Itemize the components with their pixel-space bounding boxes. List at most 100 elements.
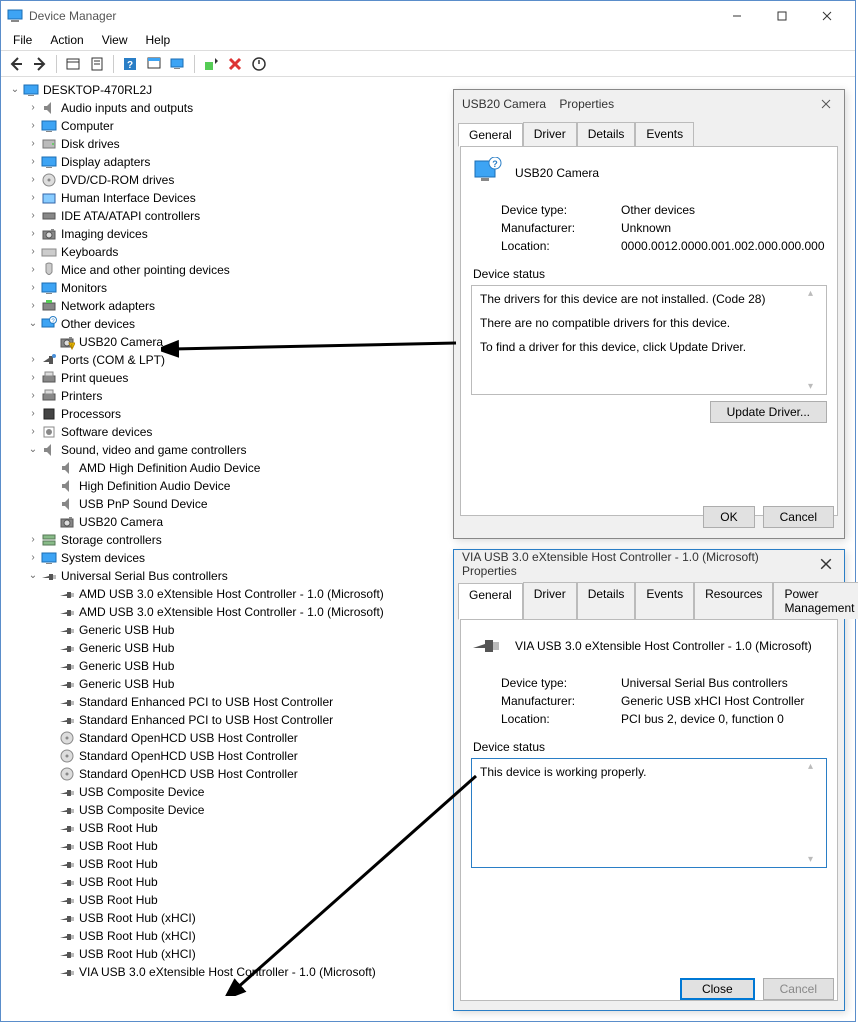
device-icon: [59, 604, 75, 620]
chevron-right-icon[interactable]: ›: [25, 369, 41, 387]
menu-view[interactable]: View: [94, 31, 136, 50]
device-icon: [59, 802, 75, 818]
chevron-right-icon[interactable]: ›: [25, 117, 41, 135]
tree-item-label: Generic USB Hub: [79, 621, 174, 639]
tab-events[interactable]: Events: [635, 122, 694, 146]
ok-button[interactable]: OK: [703, 506, 754, 528]
cancel-button[interactable]: Cancel: [763, 506, 834, 528]
device-icon: [41, 388, 57, 404]
tab-power-management[interactable]: Power Management: [773, 582, 858, 619]
chevron-right-icon[interactable]: ›: [25, 351, 41, 369]
device-icon: [41, 172, 57, 188]
tree-item-label: Display adapters: [61, 153, 150, 171]
back-button[interactable]: [5, 53, 27, 75]
menu-action[interactable]: Action: [42, 31, 91, 50]
chevron-right-icon[interactable]: ›: [25, 207, 41, 225]
device-icon: [59, 694, 75, 710]
tab-driver[interactable]: Driver: [523, 122, 577, 146]
device-icon: [59, 712, 75, 728]
tree-item-label: Computer: [61, 117, 114, 135]
cancel-button[interactable]: Cancel: [763, 978, 834, 1000]
scroll-down-icon[interactable]: ▾: [808, 854, 824, 865]
chevron-right-icon[interactable]: ›: [25, 405, 41, 423]
close-icon[interactable]: [816, 554, 836, 574]
tree-item-label: Generic USB Hub: [79, 657, 174, 675]
tab-general[interactable]: General: [458, 123, 523, 147]
scroll-up-icon[interactable]: ▴: [808, 761, 824, 772]
tree-item-label: Standard OpenHCD USB Host Controller: [79, 729, 298, 747]
chevron-right-icon[interactable]: ›: [25, 549, 41, 567]
tree-item-label: Sound, video and game controllers: [61, 441, 246, 459]
svg-text:?: ?: [492, 159, 498, 169]
tab-details[interactable]: Details: [577, 122, 636, 146]
chevron-right-icon[interactable]: ›: [25, 531, 41, 549]
chevron-right-icon[interactable]: ›: [25, 261, 41, 279]
close-button[interactable]: Close: [680, 978, 755, 1000]
tab-strip: General Driver Details Events: [454, 118, 844, 146]
forward-button[interactable]: [29, 53, 51, 75]
chevron-right-icon[interactable]: ›: [25, 387, 41, 405]
close-button[interactable]: [804, 2, 849, 31]
toolbar: ?: [1, 51, 855, 77]
scroll-down-icon[interactable]: ▾: [808, 381, 824, 392]
device-status-label: Device status: [473, 740, 827, 754]
tree-item-label: Monitors: [61, 279, 107, 297]
tree-item-label: AMD USB 3.0 eXtensible Host Controller -…: [79, 603, 384, 621]
device-status-text[interactable]: The drivers for this device are not inst…: [471, 285, 827, 395]
chevron-right-icon[interactable]: ›: [25, 243, 41, 261]
tree-item-label: DESKTOP-470RL2J: [43, 81, 152, 99]
chevron-down-icon[interactable]: ⌄: [25, 567, 41, 585]
dialog-title: VIA USB 3.0 eXtensible Host Controller -…: [462, 550, 816, 578]
chevron-right-icon[interactable]: ›: [25, 279, 41, 297]
chevron-right-icon[interactable]: ›: [25, 189, 41, 207]
tree-item-label: Storage controllers: [61, 531, 162, 549]
svg-text:!: !: [71, 344, 72, 350]
device-name: USB20 Camera: [515, 166, 599, 180]
device-icon: [59, 460, 75, 476]
manufacturer-value: Unknown: [621, 221, 827, 235]
scroll-up-icon[interactable]: ▴: [808, 288, 824, 299]
chevron-right-icon[interactable]: ›: [25, 297, 41, 315]
action-window-button[interactable]: [143, 53, 165, 75]
tree-item-label: Keyboards: [61, 243, 118, 261]
chevron-right-icon[interactable]: ›: [25, 423, 41, 441]
tab-driver[interactable]: Driver: [523, 582, 577, 619]
close-icon[interactable]: [816, 94, 836, 114]
menu-file[interactable]: File: [5, 31, 40, 50]
location-label: Location:: [501, 239, 621, 253]
dialog-title: USB20 Camera Properties: [462, 97, 816, 111]
tab-events[interactable]: Events: [635, 582, 694, 619]
chevron-down-icon[interactable]: ⌄: [25, 441, 41, 459]
device-icon: [59, 622, 75, 638]
chevron-right-icon[interactable]: ›: [25, 99, 41, 117]
usb20-camera-properties-dialog: USB20 Camera Properties General Driver D…: [453, 89, 845, 539]
tree-item-label: Mice and other pointing devices: [61, 261, 230, 279]
maximize-button[interactable]: [759, 2, 804, 31]
properties-button[interactable]: [86, 53, 108, 75]
chevron-right-icon[interactable]: ›: [25, 153, 41, 171]
uninstall-button[interactable]: [224, 53, 246, 75]
chevron-right-icon[interactable]: ›: [25, 171, 41, 189]
chevron-down-icon[interactable]: ⌄: [7, 81, 23, 99]
update-driver-button[interactable]: Update Driver...: [710, 401, 827, 423]
update-driver-button[interactable]: [200, 53, 222, 75]
chevron-right-icon[interactable]: ›: [25, 135, 41, 153]
device-icon: [41, 190, 57, 206]
chevron-down-icon[interactable]: ⌄: [25, 315, 41, 333]
chevron-right-icon[interactable]: ›: [25, 225, 41, 243]
tab-details[interactable]: Details: [577, 582, 636, 619]
help-button[interactable]: ?: [119, 53, 141, 75]
device-status-text[interactable]: This device is working properly. ▴▾: [471, 758, 827, 868]
show-hidden-button[interactable]: [62, 53, 84, 75]
menu-help[interactable]: Help: [138, 31, 179, 50]
disable-button[interactable]: [248, 53, 270, 75]
device-icon: !: [59, 334, 75, 350]
tree-item-label: IDE ATA/ATAPI controllers: [61, 207, 200, 225]
minimize-button[interactable]: [714, 2, 759, 31]
menubar: File Action View Help: [1, 31, 855, 51]
tab-resources[interactable]: Resources: [694, 582, 773, 619]
tree-item-label: Generic USB Hub: [79, 639, 174, 657]
tab-general[interactable]: General: [458, 583, 523, 620]
scan-hardware-button[interactable]: [167, 53, 189, 75]
manufacturer-label: Manufacturer:: [501, 694, 621, 708]
